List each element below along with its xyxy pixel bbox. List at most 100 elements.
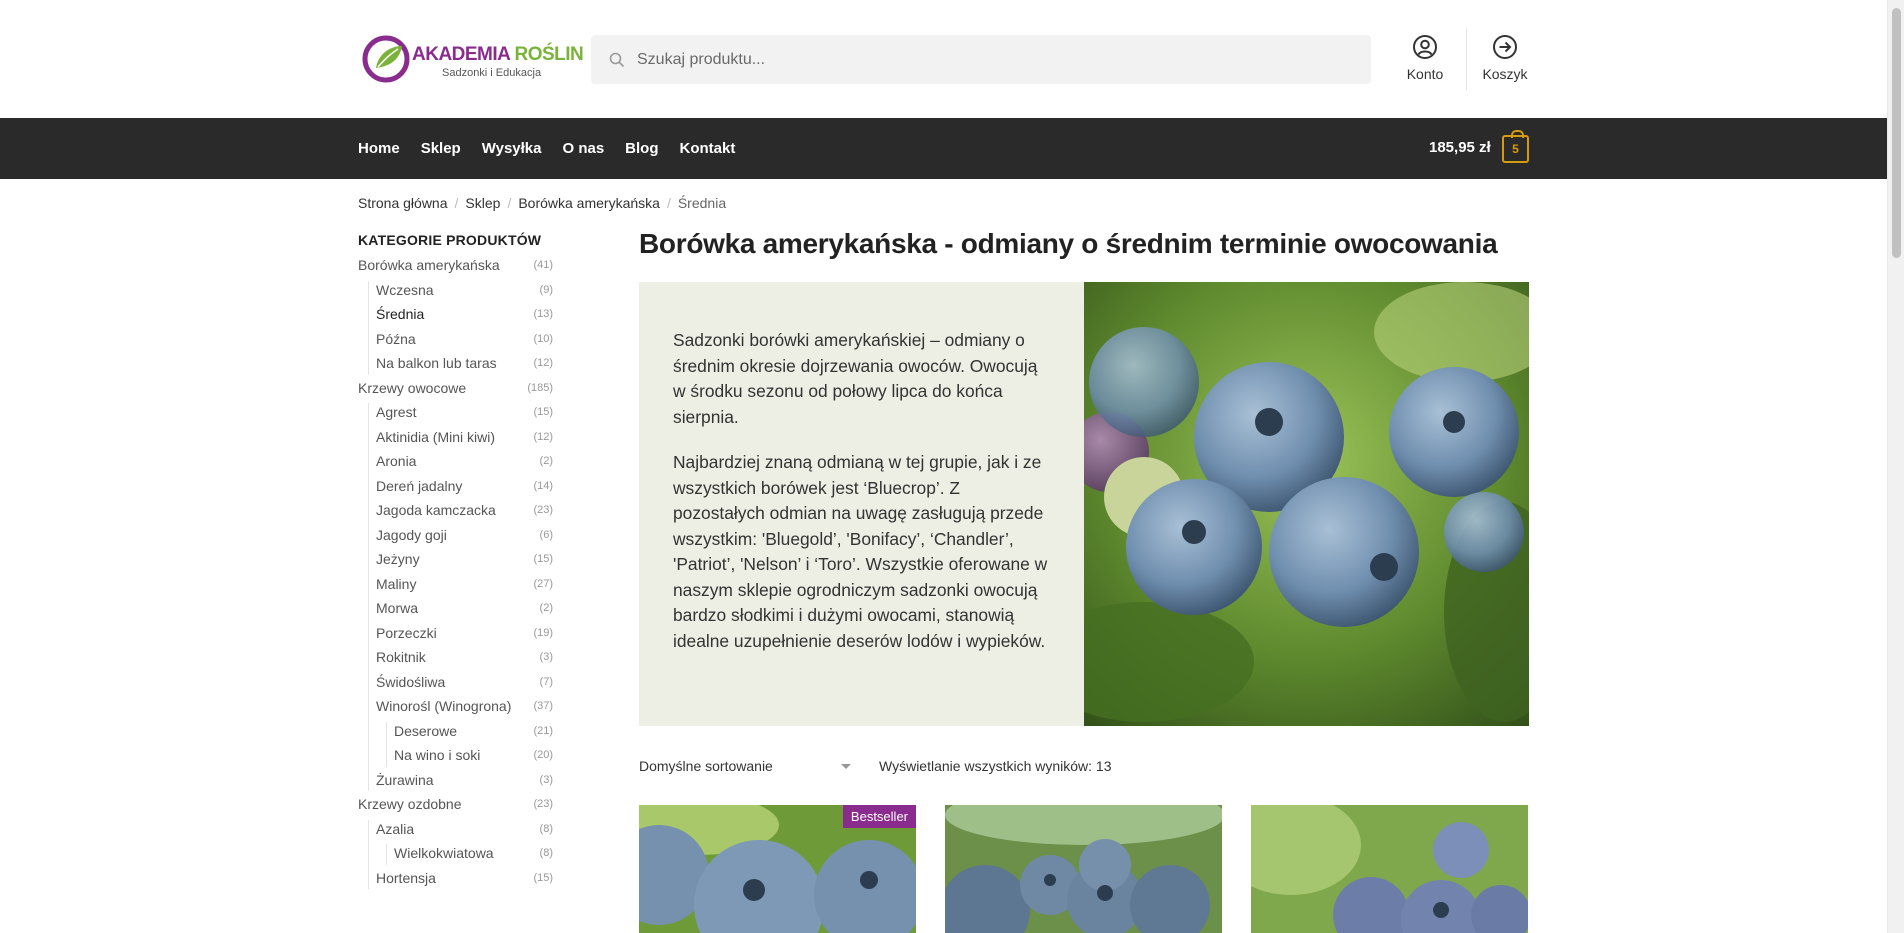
category-item[interactable]: Wczesna (9) [358,279,553,304]
product-card[interactable] [1251,805,1528,933]
category-label: Jagoda kamczacka [376,502,496,518]
category-item[interactable]: Jagody goji (6) [358,524,553,549]
category-label: Jagody goji [376,526,447,543]
category-count: (14) [533,479,553,492]
category-count: (9) [539,283,553,296]
result-count: Wyświetlanie wszystkich wyników: 13 [879,758,1112,774]
category-count: (7) [539,675,553,688]
category-description: Sadzonki borówki amerykańskiej – odmiany… [639,282,1529,726]
leaf-logo-icon [362,35,410,83]
category-label: Krzewy ozdobne [358,796,462,812]
nav-item-home[interactable]: Home [358,140,400,157]
category-count: (37) [533,700,553,712]
tree-guide-line [368,280,369,375]
category-label: Średnia [376,306,425,322]
category-label: Borówka amerykańska [358,257,500,273]
category-item[interactable]: Późna (10) [358,328,553,353]
breadcrumb-separator: / [507,195,512,211]
category-item[interactable]: Dereń jadalny (14) [358,475,553,500]
page-scrollbar[interactable] [1887,0,1904,933]
category-item[interactable]: Hortensja (15) [358,867,553,892]
cart-count-badge[interactable]: 5 [1502,130,1529,163]
category-item[interactable]: Na balkon lub taras (12) [358,352,553,377]
category-label: Morwa [376,600,419,616]
description-text: Sadzonki borówki amerykańskiej – odmiany… [639,282,1084,726]
category-label: Deserowe [394,722,458,739]
category-item[interactable]: Rokitnik (3) [358,646,553,671]
scrollbar-thumb[interactable] [1892,8,1901,258]
product-card[interactable]: Bestseller [639,805,916,933]
category-count: (2) [539,602,553,614]
breadcrumb-home[interactable]: Strona główna [358,195,448,211]
category-label: Azalia [376,820,415,837]
category-count: (12) [533,430,553,443]
category-label: Winorośl (Winogrona) [376,698,512,714]
sort-selected-value: Domyślne sortowanie [639,758,773,774]
product-image [1251,805,1528,933]
category-item[interactable]: Agrest (15) [358,401,553,426]
category-item[interactable]: Jeżyny (15) [358,548,553,573]
category-item[interactable]: Na wino i soki (20) [358,744,553,769]
category-count: (19) [533,626,553,639]
category-count: (15) [533,553,553,565]
category-count: (15) [533,871,553,884]
category-item[interactable]: Borówka amerykańska (41) [358,254,553,279]
category-count: (21) [533,724,553,737]
category-label: Na wino i soki [394,747,481,763]
category-item[interactable]: Aronia (2) [358,450,553,475]
sort-select[interactable]: Domyślne sortowanie [639,758,859,774]
nav-item-sklep[interactable]: Sklep [421,140,461,157]
bestseller-badge: Bestseller [842,805,916,828]
category-item[interactable]: Świdośliwa (7) [358,671,553,696]
search-icon [609,52,625,67]
search-input[interactable] [637,50,1337,69]
product-categories-sidebar: KATEGORIE PRODUKTÓW Borówka amerykańska (… [358,232,553,891]
category-item[interactable]: Morwa (2) [358,597,553,622]
category-item[interactable]: Krzewy owocowe (185) [358,377,553,402]
nav-item-o-nas[interactable]: O nas [562,140,604,157]
blueberries-image [1084,282,1529,726]
nav-menu: Home Sklep Wysyłka O nas Blog Kontakt [358,118,735,179]
nav-item-wysylka[interactable]: Wysyłka [482,140,542,157]
category-label: Rokitnik [376,649,426,665]
category-label: Aronia [376,453,417,469]
cart-total[interactable]: 185,95 zł [1429,139,1491,156]
category-item[interactable]: Azalia (8) [358,818,553,843]
product-image [945,805,1222,933]
sidebar-title: KATEGORIE PRODUKTÓW [358,232,542,248]
category-count: (2) [539,455,553,467]
category-item[interactable]: Maliny (27) [358,573,553,598]
category-label: Aktinidia (Mini kiwi) [376,428,496,445]
category-label: Hortensja [376,869,436,886]
category-count: (8) [539,822,553,835]
category-item[interactable]: Deserowe (21) [358,720,553,745]
breadcrumb-separator: / [454,195,459,211]
tree-guide-line [386,844,387,865]
tree-guide-line [386,721,387,767]
category-item[interactable]: Żurawina (3) [358,769,553,794]
category-item[interactable]: Średnia (13) [358,303,553,328]
category-item[interactable]: Wielkokwiatowa (8) [358,842,553,867]
nav-item-kontakt[interactable]: Kontakt [680,140,736,157]
cart-link[interactable]: Koszyk [1470,34,1540,82]
category-count: (23) [533,798,553,810]
logo-brand-text: AKADEMIA ROŚLIN [412,44,584,65]
category-label: Krzewy owocowe [358,379,467,396]
search-bar [591,35,1371,84]
category-item[interactable]: Krzewy ozdobne (23) [358,793,553,818]
category-label: Wczesna [376,281,434,298]
category-count: (8) [539,847,553,859]
breadcrumb-shop[interactable]: Sklep [465,195,500,211]
category-item[interactable]: Porzeczki (19) [358,622,553,647]
account-link[interactable]: Konto [1390,34,1460,82]
chevron-down-icon [841,764,851,769]
product-card[interactable] [945,805,1222,933]
category-item[interactable]: Aktinidia (Mini kiwi) (12) [358,426,553,451]
category-item[interactable]: Winorośl (Winogrona) (37) [358,695,553,720]
site-logo[interactable]: AKADEMIA ROŚLIN Sadzonki i Edukacja [362,34,584,84]
nav-item-blog[interactable]: Blog [625,140,658,157]
category-item[interactable]: Jagoda kamczacka (23) [358,499,553,524]
breadcrumb-category[interactable]: Borówka amerykańska [518,195,660,211]
category-count: (41) [533,259,553,271]
category-label: Dereń jadalny [376,477,463,494]
